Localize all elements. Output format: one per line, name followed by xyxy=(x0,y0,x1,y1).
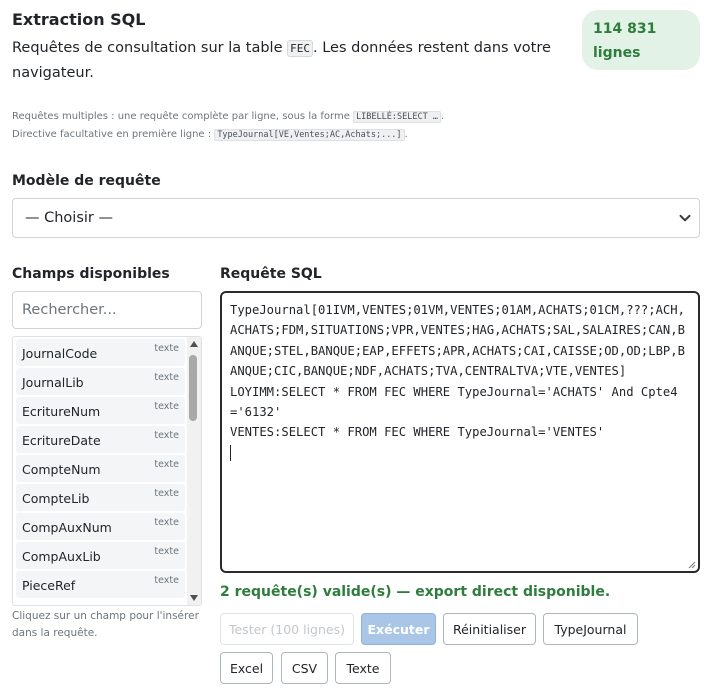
scroll-up-arrow-icon[interactable] xyxy=(190,341,198,347)
field-name: EcritureDate xyxy=(22,433,101,448)
run-button[interactable]: Exécuter xyxy=(361,613,436,645)
field-type: texte xyxy=(154,517,179,528)
chevron-down-icon xyxy=(679,214,691,222)
hint-line-2: Directive facultative en première ligne … xyxy=(12,126,444,144)
row-count-unit: lignes xyxy=(593,45,641,61)
field-name: CompteNum xyxy=(22,462,101,477)
validation-status: 2 requête(s) valide(s) — export direct d… xyxy=(220,584,611,600)
sql-editor[interactable]: TypeJournal[01IVM,VENTES;01VM,VENTES;01A… xyxy=(220,291,700,573)
field-item[interactable]: CompAuxLib texte xyxy=(16,542,185,569)
field-type: texte xyxy=(154,459,179,470)
field-name: CompteLib xyxy=(22,491,90,506)
field-name: EcritureNum xyxy=(22,404,101,419)
field-search-input[interactable]: Rechercher... xyxy=(12,291,202,329)
page-subtitle: Requêtes de consultation sur la table FE… xyxy=(12,36,552,85)
field-item[interactable]: EcritureNum texte xyxy=(16,397,185,424)
field-name: JournalLib xyxy=(22,375,84,390)
type-journal-button[interactable]: TypeJournal xyxy=(543,613,638,645)
field-name: CompAuxLib xyxy=(22,549,101,564)
fields-help-text: Cliquez sur un champ pour l'insérer dans… xyxy=(12,610,199,639)
fields-scroll-thumb[interactable] xyxy=(189,355,197,421)
hint-line-1-code: LIBELLÉ:SELECT … xyxy=(353,111,441,123)
table-name-code: FEC xyxy=(287,40,313,57)
sql-editor-label: Requête SQL xyxy=(220,266,322,282)
field-type: texte xyxy=(154,343,179,354)
field-type: texte xyxy=(154,430,179,441)
scroll-down-arrow-icon[interactable] xyxy=(190,595,198,601)
page-title: Extraction SQL xyxy=(12,10,146,29)
field-type: texte xyxy=(154,546,179,557)
hint-line-2-text: Directive facultative en première ligne … xyxy=(12,129,215,140)
test-button[interactable]: Tester (100 lignes) xyxy=(220,613,354,645)
hint-line-1-end: . xyxy=(440,111,445,122)
field-item[interactable]: CompAuxNum texte xyxy=(16,513,185,540)
reset-button[interactable]: Réinitialiser xyxy=(443,613,536,645)
resize-grip-icon[interactable] xyxy=(687,560,696,569)
hint-line-1-text: Requêtes multiples : une requête complèt… xyxy=(12,111,354,122)
template-select[interactable]: — Choisir — xyxy=(12,198,700,238)
fields-list[interactable]: JournalCode texte JournalLib texte EcritureN… xyxy=(12,336,202,606)
hint-line-1: Requêtes multiples : une requête complèt… xyxy=(12,108,444,126)
syntax-hint: Requêtes multiples : une requête complèt… xyxy=(12,108,444,144)
field-item[interactable]: JournalCode texte xyxy=(16,339,185,366)
subtitle-text-start: Requêtes de consultation sur la table xyxy=(12,40,288,56)
sql-editor-content: TypeJournal[01IVM,VENTES;01VM,VENTES;01A… xyxy=(230,303,685,440)
field-item[interactable]: JournalLib texte xyxy=(16,368,185,395)
field-type: texte xyxy=(154,488,179,499)
export-excel-button[interactable]: Excel xyxy=(220,652,273,684)
field-name: JournalCode xyxy=(22,346,98,361)
fields-panel-label: Champs disponibles xyxy=(12,266,170,282)
field-type: texte xyxy=(154,401,179,412)
row-count-value: 114 831 xyxy=(593,21,657,37)
field-type: texte xyxy=(154,372,179,383)
row-count-badge: 114 831 lignes xyxy=(582,10,700,70)
template-select-value: — Choisir — xyxy=(25,210,113,226)
field-item[interactable]: CompteNum texte xyxy=(16,455,185,482)
field-item[interactable]: PieceRef texte xyxy=(16,571,185,598)
hint-line-2-code: TypeJournal[VE,Ventes;AC,Achats;...] xyxy=(214,129,405,141)
field-item[interactable]: CompteLib texte xyxy=(16,484,185,511)
field-type: texte xyxy=(154,575,179,586)
export-text-button[interactable]: Texte xyxy=(335,652,391,684)
template-select-label: Modèle de requête xyxy=(12,173,161,189)
field-name: PieceRef xyxy=(22,578,76,593)
field-item[interactable]: EcritureDate texte xyxy=(16,426,185,453)
export-csv-button[interactable]: CSV xyxy=(281,652,328,684)
hint-line-2-end: . xyxy=(404,129,408,140)
text-cursor xyxy=(230,445,231,462)
field-name: CompAuxNum xyxy=(22,520,112,535)
